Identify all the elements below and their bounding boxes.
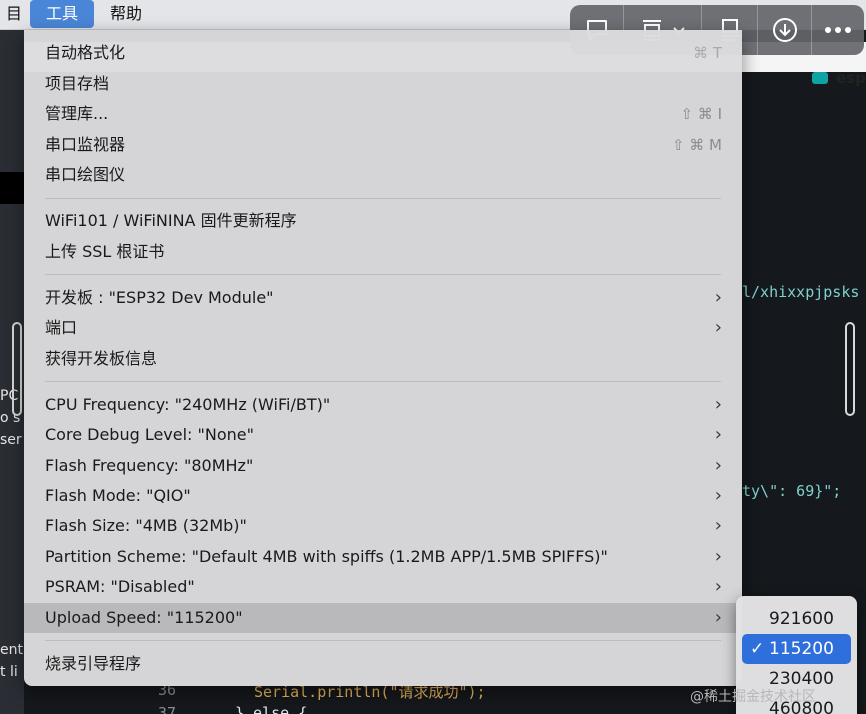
chevron-right-icon: › <box>714 515 722 536</box>
menu-item-board-info[interactable]: 获得开发板信息 <box>24 344 742 374</box>
menu-item-label: 端口 <box>45 318 78 337</box>
menu-item-label: 烧录引导程序 <box>45 654 142 673</box>
menu-item-port[interactable]: 端口 › <box>24 313 742 343</box>
side-fragment: ser <box>0 432 22 448</box>
line-number: 37 <box>158 704 177 714</box>
menu-separator <box>45 274 721 275</box>
menu-item-cpu-frequency[interactable]: CPU Frequency: "240MHz (WiFi/BT)" › <box>24 390 742 420</box>
download-button[interactable] <box>758 5 812 55</box>
submenu-option-label: 921600 <box>769 609 834 629</box>
chevron-right-icon: › <box>714 317 722 338</box>
menu-bar-item-help[interactable]: 帮助 <box>100 0 152 28</box>
menu-item-upload-speed[interactable]: Upload Speed: "115200" › <box>24 603 742 633</box>
chevron-right-icon: › <box>714 394 722 415</box>
menu-item-flash-size[interactable]: Flash Size: "4MB (32Mb)" › <box>24 511 742 541</box>
menu-item-shortcut: ⇧ ⌘ I <box>680 105 722 123</box>
menu-separator <box>45 381 721 382</box>
menu-item-shortcut: ⌘ T <box>693 44 722 62</box>
menu-item-flash-mode[interactable]: Flash Mode: "QIO" › <box>24 481 742 511</box>
editor-tab-label[interactable]: esp <box>836 69 866 87</box>
chevron-right-icon: › <box>714 485 722 506</box>
chevron-right-icon: › <box>714 576 722 597</box>
download-icon <box>772 18 797 42</box>
menu-item-auto-format[interactable]: 自动格式化 ⌘ T <box>24 38 742 68</box>
chevron-right-icon: › <box>714 546 722 567</box>
menu-item-core-debug-level[interactable]: Core Debug Level: "None" › <box>24 420 742 450</box>
menu-item-label: PSRAM: "Disabled" <box>45 577 195 596</box>
menu-item-label: 自动格式化 <box>45 43 126 62</box>
more-button[interactable] <box>812 5 864 55</box>
menu-item-label: WiFi101 / WiFiNINA 固件更新程序 <box>45 211 297 230</box>
arduino-icon <box>812 72 828 84</box>
checkmark-icon: ✓ <box>750 639 765 659</box>
menu-item-label: CPU Frequency: "240MHz (WiFi/BT)" <box>45 395 331 414</box>
chevron-right-icon: › <box>714 607 722 628</box>
menu-item-archive-sketch[interactable]: 项目存档 <box>24 69 742 99</box>
menu-item-manage-libraries[interactable]: 管理库... ⇧ ⌘ I <box>24 99 742 129</box>
side-fragment: ent <box>0 642 23 658</box>
right-scrollbar[interactable] <box>845 322 855 416</box>
tools-menu: 自动格式化 ⌘ T 项目存档 管理库... ⇧ ⌘ I 串口监视器 ⇧ ⌘ M … <box>24 30 742 686</box>
menu-item-label: Partition Scheme: "Default 4MB with spif… <box>45 547 608 566</box>
menu-item-label: 项目存档 <box>45 74 110 93</box>
submenu-option-label: 115200 <box>769 639 834 659</box>
menu-item-label: Flash Size: "4MB (32Mb)" <box>45 516 247 535</box>
chevron-right-icon: › <box>714 455 722 476</box>
menu-item-psram[interactable]: PSRAM: "Disabled" › <box>24 572 742 602</box>
menu-bar-item-partial[interactable]: 目 <box>0 0 32 28</box>
menu-item-label: Upload Speed: "115200" <box>45 608 243 627</box>
menu-item-label: Flash Mode: "QIO" <box>45 486 191 505</box>
menu-item-label: Core Debug Level: "None" <box>45 425 254 444</box>
menu-item-burn-bootloader[interactable]: 烧录引导程序 <box>24 649 742 679</box>
menu-item-label: 上传 SSL 根证书 <box>45 242 165 261</box>
menu-separator <box>45 640 721 641</box>
menu-item-board[interactable]: 开发板 : "ESP32 Dev Module" › <box>24 283 742 313</box>
watermark: @稀土掘金技术社区 <box>690 689 816 705</box>
menu-bar-item-tools[interactable]: 工具 <box>30 0 95 28</box>
menu-item-shortcut: ⇧ ⌘ M <box>671 136 722 154</box>
menu-item-serial-monitor[interactable]: 串口监视器 ⇧ ⌘ M <box>24 130 742 160</box>
menu-item-upload-ssl[interactable]: 上传 SSL 根证书 <box>24 237 742 267</box>
menu-item-flash-frequency[interactable]: Flash Frequency: "80MHz" › <box>24 451 742 481</box>
code-fragment-json: ty\": 69}"; <box>742 482 842 500</box>
menu-item-serial-plotter[interactable]: 串口绘图仪 <box>24 160 742 190</box>
menu-item-firmware-updater[interactable]: WiFi101 / WiFiNINA 固件更新程序 <box>24 206 742 236</box>
side-fragment: t li <box>0 664 18 680</box>
code-line-else: } else { <box>235 704 308 714</box>
menu-item-label: 串口监视器 <box>45 135 126 154</box>
submenu-option-selected[interactable]: ✓ 115200 <box>742 634 851 664</box>
left-scrollbar[interactable] <box>12 322 22 416</box>
menu-separator <box>45 198 721 199</box>
submenu-option[interactable]: 921600 <box>742 604 851 634</box>
menu-item-partition-scheme[interactable]: Partition Scheme: "Default 4MB with spif… <box>24 542 742 572</box>
code-fragment-url: l/xhixxpjpsks <box>742 283 860 301</box>
menu-item-label: 开发板 : "ESP32 Dev Module" <box>45 288 274 307</box>
menu-item-label: 获得开发板信息 <box>45 349 158 368</box>
menu-item-label: 串口绘图仪 <box>45 165 126 184</box>
chevron-right-icon: › <box>714 424 722 445</box>
more-icon <box>825 27 851 33</box>
menu-item-label: Flash Frequency: "80MHz" <box>45 456 254 475</box>
menu-item-label: 管理库... <box>45 104 109 123</box>
chevron-right-icon: › <box>714 287 722 308</box>
